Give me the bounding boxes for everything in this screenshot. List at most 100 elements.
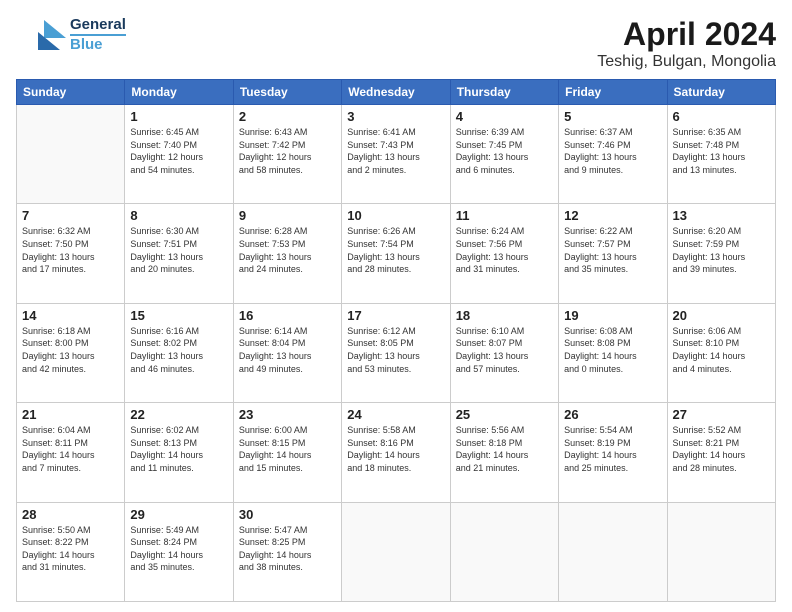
day-info: Sunrise: 6:26 AM Sunset: 7:54 PM Dayligh… [347, 225, 444, 275]
table-row: 8 Sunrise: 6:30 AM Sunset: 7:51 PM Daylig… [125, 204, 233, 303]
day-number: 26 [564, 407, 661, 422]
logo-text-block: General Blue [70, 17, 126, 53]
day-number: 12 [564, 208, 661, 223]
table-row: 10 Sunrise: 6:26 AM Sunset: 7:54 PM Dayli… [342, 204, 450, 303]
table-row: 21 Sunrise: 6:04 AM Sunset: 8:11 PM Dayli… [17, 403, 125, 502]
table-row: 16Sunrise: 6:14 AM Sunset: 8:04 PM Dayli… [233, 303, 341, 402]
day-info: Sunrise: 6:18 AM Sunset: 8:00 PM Dayligh… [22, 325, 119, 375]
table-row: 1 Sunrise: 6:45 AM Sunset: 7:40 PM Daylig… [125, 105, 233, 204]
day-info: Sunrise: 5:47 AM Sunset: 8:25 PM Dayligh… [239, 524, 336, 574]
day-number: 30 [239, 507, 336, 522]
table-row [450, 502, 558, 601]
day-info: Sunrise: 6:37 AM Sunset: 7:46 PM Dayligh… [564, 126, 661, 176]
table-row [667, 502, 775, 601]
day-info: Sunrise: 5:52 AM Sunset: 8:21 PM Dayligh… [673, 424, 770, 474]
table-row: 12Sunrise: 6:22 AM Sunset: 7:57 PM Dayli… [559, 204, 667, 303]
day-info: Sunrise: 6:02 AM Sunset: 8:13 PM Dayligh… [130, 424, 227, 474]
day-number: 6 [673, 109, 770, 124]
table-row [17, 105, 125, 204]
day-info: Sunrise: 6:28 AM Sunset: 7:53 PM Dayligh… [239, 225, 336, 275]
calendar-header-row: Sunday Monday Tuesday Wednesday Thursday… [17, 80, 776, 105]
col-wednesday: Wednesday [342, 80, 450, 105]
day-info: Sunrise: 6:32 AM Sunset: 7:50 PM Dayligh… [22, 225, 119, 275]
day-info: Sunrise: 5:56 AM Sunset: 8:18 PM Dayligh… [456, 424, 553, 474]
day-number: 28 [22, 507, 119, 522]
day-number: 4 [456, 109, 553, 124]
calendar-week-row: 28 Sunrise: 5:50 AM Sunset: 8:22 PM Dayli… [17, 502, 776, 601]
table-row: 22 Sunrise: 6:02 AM Sunset: 8:13 PM Dayli… [125, 403, 233, 502]
day-number: 27 [673, 407, 770, 422]
table-row: 24 Sunrise: 5:58 AM Sunset: 8:16 PM Dayli… [342, 403, 450, 502]
table-row: 30 Sunrise: 5:47 AM Sunset: 8:25 PM Dayli… [233, 502, 341, 601]
day-number: 23 [239, 407, 336, 422]
col-friday: Friday [559, 80, 667, 105]
table-row: 18Sunrise: 6:10 AM Sunset: 8:07 PM Dayli… [450, 303, 558, 402]
day-info: Sunrise: 6:41 AM Sunset: 7:43 PM Dayligh… [347, 126, 444, 176]
day-number: 19 [564, 308, 661, 323]
day-number: 3 [347, 109, 444, 124]
table-row: 17Sunrise: 6:12 AM Sunset: 8:05 PM Dayli… [342, 303, 450, 402]
day-number: 21 [22, 407, 119, 422]
day-info: Sunrise: 6:14 AM Sunset: 8:04 PM Dayligh… [239, 325, 336, 375]
day-info: Sunrise: 6:39 AM Sunset: 7:45 PM Dayligh… [456, 126, 553, 176]
table-row: 2 Sunrise: 6:43 AM Sunset: 7:42 PM Daylig… [233, 105, 341, 204]
col-thursday: Thursday [450, 80, 558, 105]
day-info: Sunrise: 5:58 AM Sunset: 8:16 PM Dayligh… [347, 424, 444, 474]
day-number: 15 [130, 308, 227, 323]
day-number: 8 [130, 208, 227, 223]
day-number: 22 [130, 407, 227, 422]
day-info: Sunrise: 6:04 AM Sunset: 8:11 PM Dayligh… [22, 424, 119, 474]
calendar-title: April 2024 [597, 16, 776, 53]
col-saturday: Saturday [667, 80, 775, 105]
day-info: Sunrise: 6:20 AM Sunset: 7:59 PM Dayligh… [673, 225, 770, 275]
day-number: 2 [239, 109, 336, 124]
logo-text-blue: Blue [70, 34, 126, 54]
day-info: Sunrise: 6:45 AM Sunset: 7:40 PM Dayligh… [130, 126, 227, 176]
logo-text-general: General [70, 17, 126, 34]
table-row [342, 502, 450, 601]
day-info: Sunrise: 6:35 AM Sunset: 7:48 PM Dayligh… [673, 126, 770, 176]
day-info: Sunrise: 6:43 AM Sunset: 7:42 PM Dayligh… [239, 126, 336, 176]
page: General Blue April 2024 Teshig, Bulgan, … [0, 0, 792, 612]
day-number: 10 [347, 208, 444, 223]
day-info: Sunrise: 5:54 AM Sunset: 8:19 PM Dayligh… [564, 424, 661, 474]
table-row: 20Sunrise: 6:06 AM Sunset: 8:10 PM Dayli… [667, 303, 775, 402]
day-number: 25 [456, 407, 553, 422]
calendar-week-row: 1 Sunrise: 6:45 AM Sunset: 7:40 PM Daylig… [17, 105, 776, 204]
day-number: 7 [22, 208, 119, 223]
col-sunday: Sunday [17, 80, 125, 105]
logo: General Blue [16, 16, 126, 54]
table-row: 28 Sunrise: 5:50 AM Sunset: 8:22 PM Dayli… [17, 502, 125, 601]
table-row: 14Sunrise: 6:18 AM Sunset: 8:00 PM Dayli… [17, 303, 125, 402]
day-number: 20 [673, 308, 770, 323]
day-number: 9 [239, 208, 336, 223]
table-row: 7 Sunrise: 6:32 AM Sunset: 7:50 PM Daylig… [17, 204, 125, 303]
day-number: 1 [130, 109, 227, 124]
table-row: 23 Sunrise: 6:00 AM Sunset: 8:15 PM Dayli… [233, 403, 341, 502]
table-row [559, 502, 667, 601]
day-number: 24 [347, 407, 444, 422]
table-row: 15Sunrise: 6:16 AM Sunset: 8:02 PM Dayli… [125, 303, 233, 402]
table-row: 25 Sunrise: 5:56 AM Sunset: 8:18 PM Dayli… [450, 403, 558, 502]
table-row: 9 Sunrise: 6:28 AM Sunset: 7:53 PM Daylig… [233, 204, 341, 303]
table-row: 3 Sunrise: 6:41 AM Sunset: 7:43 PM Daylig… [342, 105, 450, 204]
table-row: 6 Sunrise: 6:35 AM Sunset: 7:48 PM Daylig… [667, 105, 775, 204]
table-row: 26 Sunrise: 5:54 AM Sunset: 8:19 PM Dayli… [559, 403, 667, 502]
day-info: Sunrise: 5:50 AM Sunset: 8:22 PM Dayligh… [22, 524, 119, 574]
day-info: Sunrise: 6:24 AM Sunset: 7:56 PM Dayligh… [456, 225, 553, 275]
col-tuesday: Tuesday [233, 80, 341, 105]
calendar-week-row: 14Sunrise: 6:18 AM Sunset: 8:00 PM Dayli… [17, 303, 776, 402]
table-row: 19Sunrise: 6:08 AM Sunset: 8:08 PM Dayli… [559, 303, 667, 402]
table-row: 27 Sunrise: 5:52 AM Sunset: 8:21 PM Dayli… [667, 403, 775, 502]
day-number: 5 [564, 109, 661, 124]
table-row: 29Sunrise: 5:49 AM Sunset: 8:24 PM Dayli… [125, 502, 233, 601]
title-block: April 2024 Teshig, Bulgan, Mongolia [597, 16, 776, 71]
calendar-subtitle: Teshig, Bulgan, Mongolia [597, 53, 776, 71]
day-info: Sunrise: 6:30 AM Sunset: 7:51 PM Dayligh… [130, 225, 227, 275]
day-number: 11 [456, 208, 553, 223]
day-info: Sunrise: 6:12 AM Sunset: 8:05 PM Dayligh… [347, 325, 444, 375]
header: General Blue April 2024 Teshig, Bulgan, … [16, 16, 776, 71]
day-info: Sunrise: 6:00 AM Sunset: 8:15 PM Dayligh… [239, 424, 336, 474]
table-row: 4 Sunrise: 6:39 AM Sunset: 7:45 PM Daylig… [450, 105, 558, 204]
calendar-week-row: 7 Sunrise: 6:32 AM Sunset: 7:50 PM Daylig… [17, 204, 776, 303]
